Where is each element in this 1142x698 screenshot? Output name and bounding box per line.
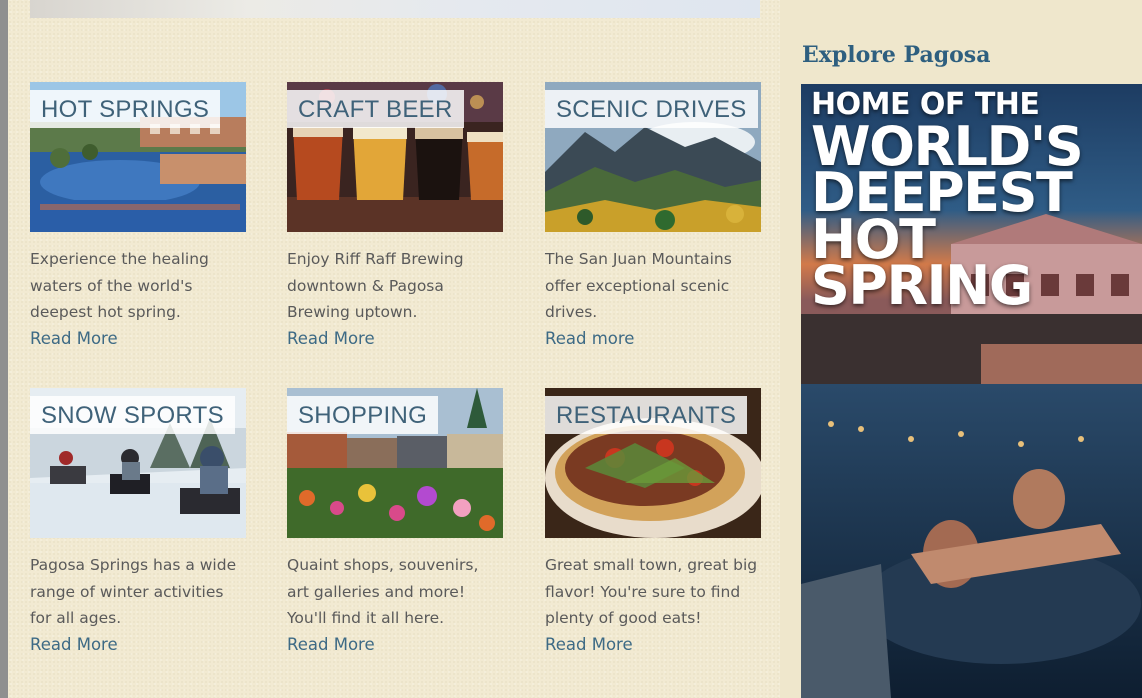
shopping-photo[interactable]: SHOPPING — [287, 388, 503, 538]
card-hot-springs: HOT SPRINGS Experience the healing water… — [30, 82, 246, 348]
sidebar-heading: Explore Pagosa — [802, 42, 991, 68]
read-more-link[interactable]: Read More — [287, 635, 375, 654]
card-snow-sports: SNOW SPORTS Pagosa Springs has a wide ra… — [30, 388, 246, 654]
card-restaurants: RESTAURANTS Great small town, great big … — [545, 388, 761, 654]
snow-sports-photo[interactable]: SNOW SPORTS — [30, 388, 246, 538]
craft-beer-photo[interactable]: CRAFT BEER — [287, 82, 503, 232]
card-description: Pagosa Springs has a wide range of winte… — [30, 556, 237, 627]
read-more-link[interactable]: Read More — [30, 635, 118, 654]
card-title: SCENIC DRIVES — [545, 90, 758, 128]
hot-springs-photo[interactable]: HOT SPRINGS — [30, 82, 246, 232]
restaurants-photo[interactable]: RESTAURANTS — [545, 388, 761, 538]
card-scenic-drives: SCENIC DRIVES The San Juan Mountains off… — [545, 82, 761, 348]
ad-headline: HOME OF THE WORLD'S DEEPEST HOT SPRING — [811, 87, 1084, 318]
card-description: The San Juan Mountains offer exceptional… — [545, 250, 732, 321]
card-title: RESTAURANTS — [545, 396, 748, 434]
scenic-drives-photo[interactable]: SCENIC DRIVES — [545, 82, 761, 232]
card-shopping: SHOPPING Quaint shops, souvenirs, art ga… — [287, 388, 503, 654]
card-description: Experience the healing waters of the wor… — [30, 250, 209, 321]
card-description: Enjoy Riff Raff Brewing downtown & Pagos… — [287, 250, 464, 321]
read-more-link[interactable]: Read More — [545, 635, 633, 654]
read-more-link[interactable]: Read more — [545, 329, 634, 348]
left-border — [0, 0, 8, 698]
card-title: CRAFT BEER — [287, 90, 464, 128]
card-description: Quaint shops, souvenirs, art galleries a… — [287, 556, 479, 627]
card-title: SNOW SPORTS — [30, 396, 235, 434]
card-title: SHOPPING — [287, 396, 439, 434]
ad-line-1: HOME OF THE — [811, 87, 1040, 122]
card-craft-beer: CRAFT BEER Enjoy Riff Raff Brewing downt… — [287, 82, 503, 348]
top-banner-image-edge — [30, 0, 760, 18]
read-more-link[interactable]: Read More — [287, 329, 375, 348]
read-more-link[interactable]: Read More — [30, 329, 118, 348]
hot-spring-ad-banner[interactable]: HOME OF THE WORLD'S DEEPEST HOT SPRING — [801, 84, 1142, 698]
ad-line-5: SPRING — [811, 254, 1033, 318]
card-title: HOT SPRINGS — [30, 90, 221, 128]
card-description: Great small town, great big flavor! You'… — [545, 556, 758, 627]
